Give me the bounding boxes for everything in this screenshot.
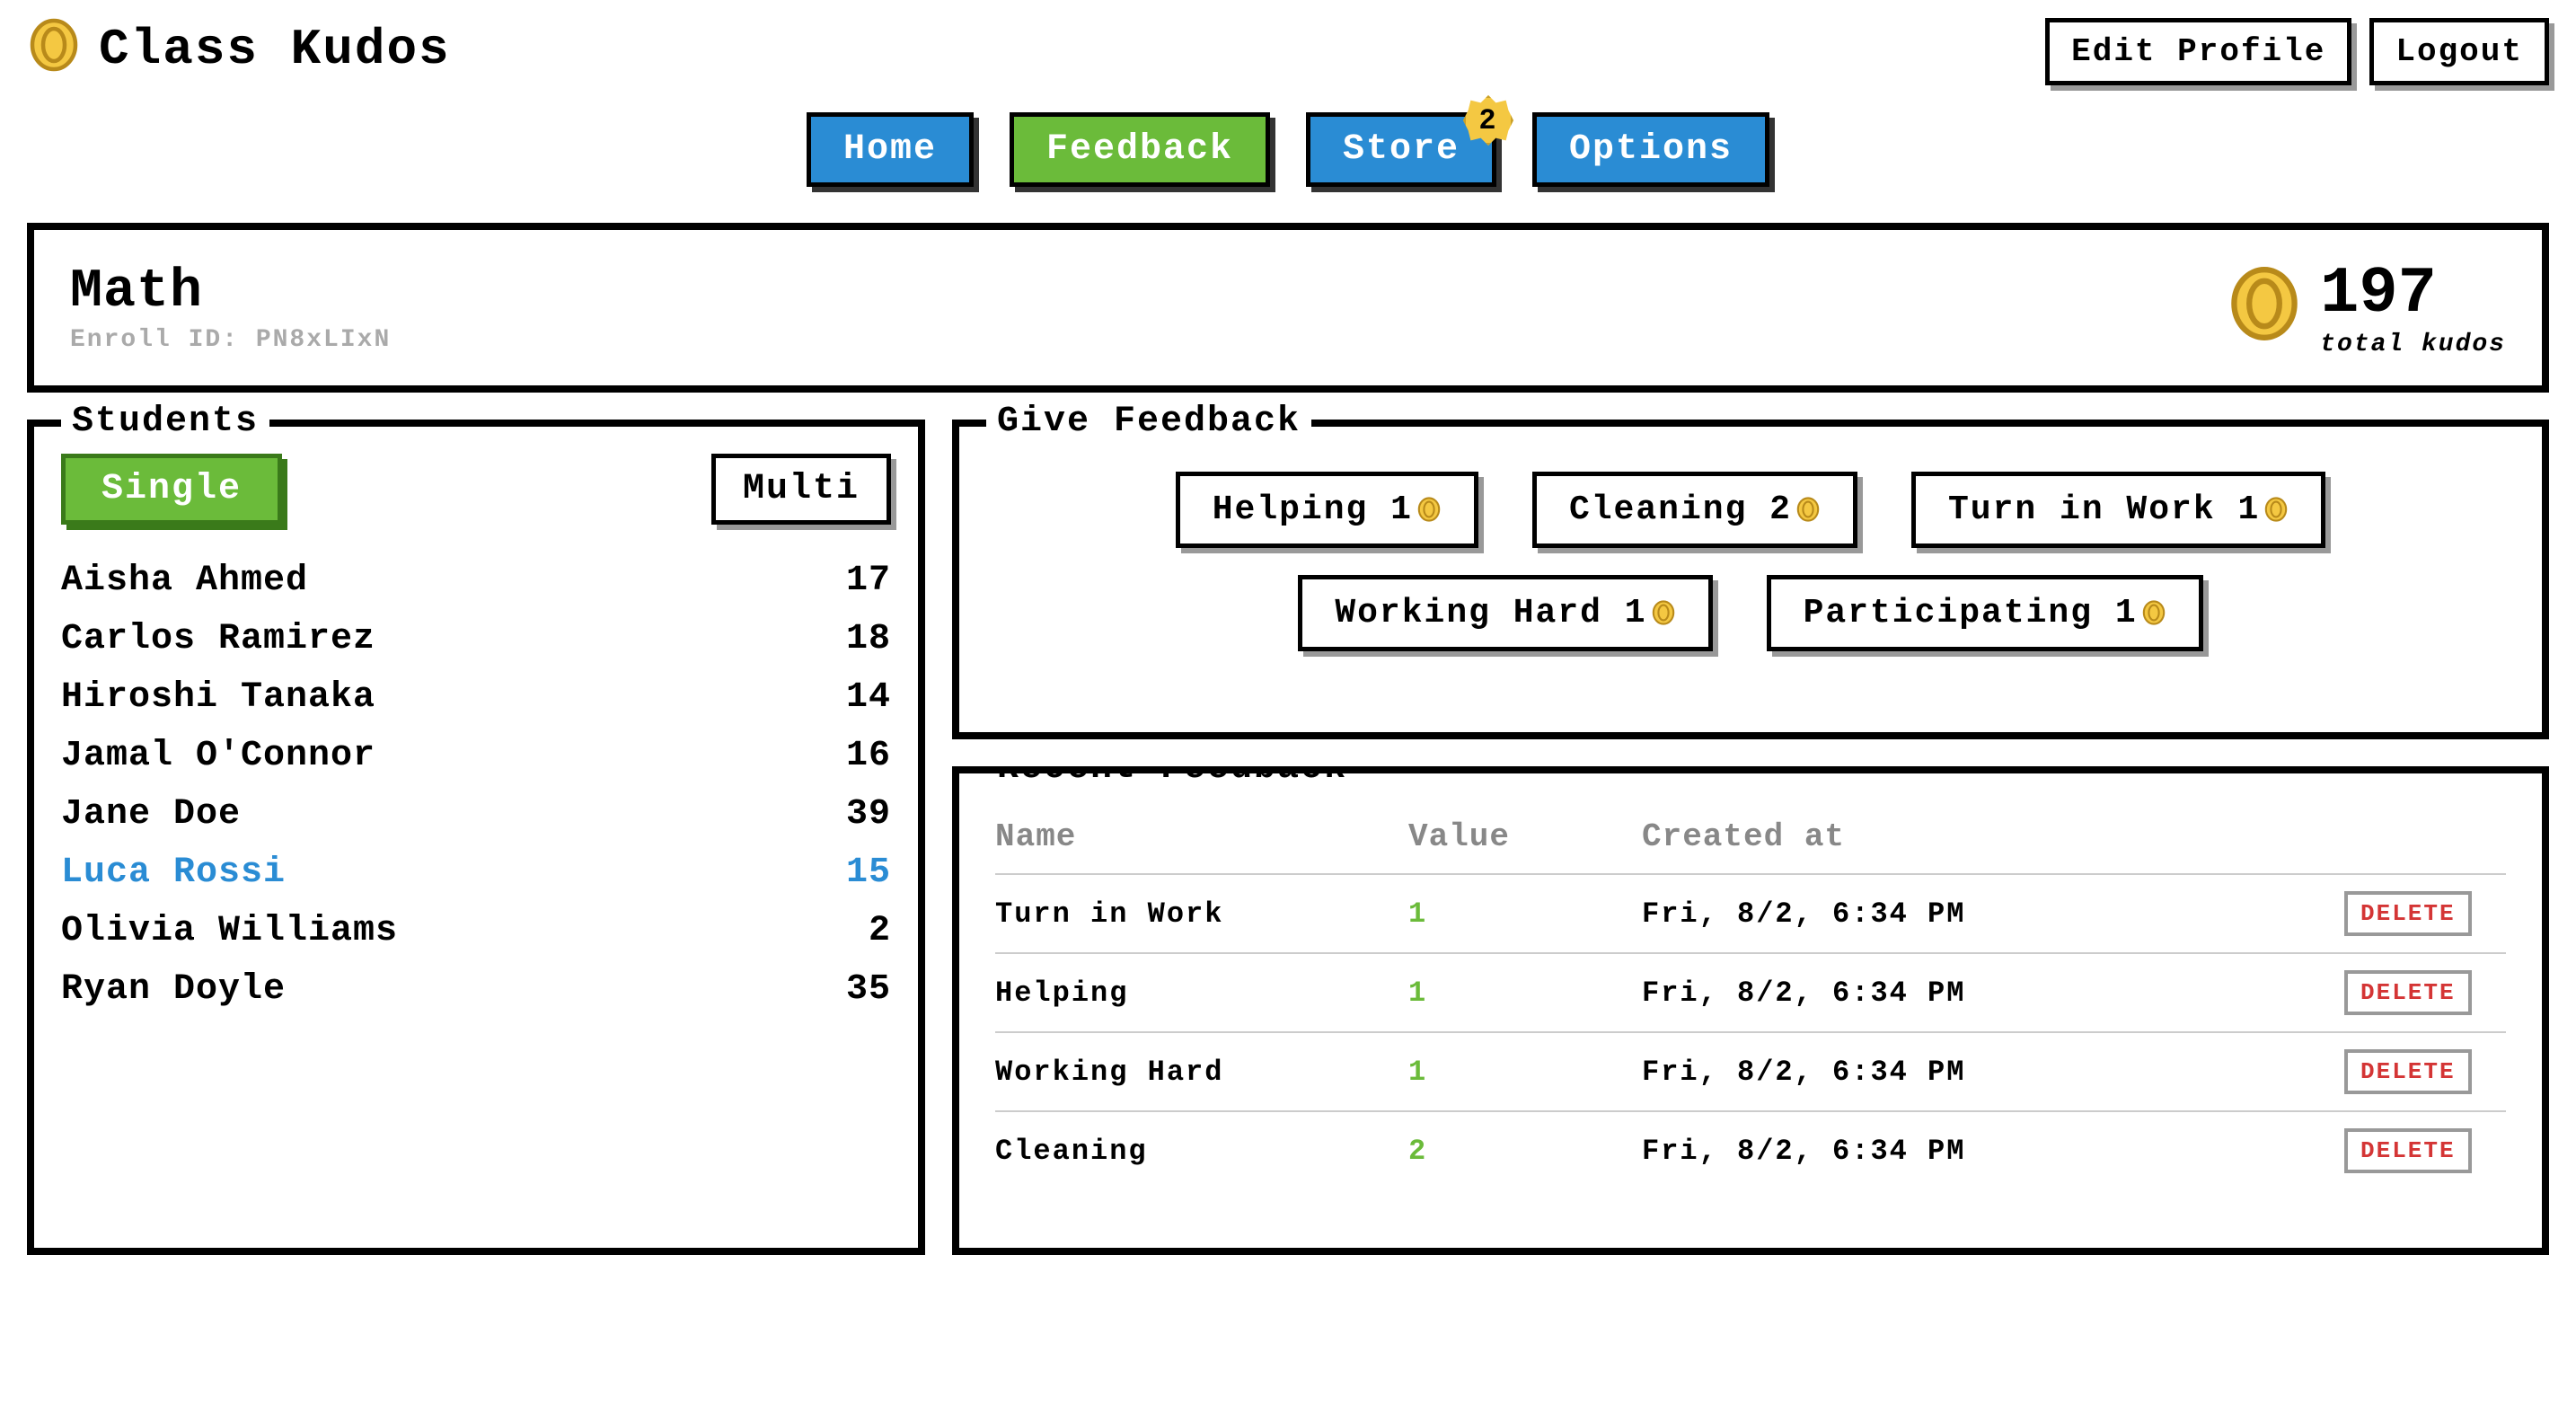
col-header-name: Name [995, 818, 1408, 855]
student-score: 18 [846, 619, 891, 659]
feedback-option-button[interactable]: Cleaning 2 [1532, 472, 1857, 548]
feedback-row: Cleaning2Fri, 8/2, 6:34 PMDELETE [995, 1110, 2506, 1189]
nav-store[interactable]: Store 2 [1306, 112, 1496, 187]
feedback-row: Turn in Work1Fri, 8/2, 6:34 PMDELETE [995, 873, 2506, 952]
logout-button[interactable]: Logout [2369, 18, 2549, 85]
give-feedback-legend: Give Feedback [986, 402, 1311, 442]
col-header-created: Created at [1642, 818, 2344, 855]
student-row[interactable]: Carlos Ramirez 18 [61, 610, 891, 668]
feedback-label: Cleaning 2 [1569, 490, 1792, 529]
student-score: 39 [846, 794, 891, 835]
delete-button[interactable]: DELETE [2344, 970, 2472, 1015]
nav-feedback[interactable]: Feedback [1010, 112, 1270, 187]
student-row[interactable]: Ryan Doyle 35 [61, 960, 891, 1019]
coin-icon [2141, 594, 2166, 632]
student-name: Jamal O'Connor [61, 736, 375, 776]
feedback-value: 1 [1408, 976, 1642, 1010]
feedback-name: Turn in Work [995, 897, 1408, 931]
student-name: Ryan Doyle [61, 969, 286, 1010]
student-row[interactable]: Jamal O'Connor 16 [61, 727, 891, 785]
feedback-date: Fri, 8/2, 6:34 PM [1642, 1135, 2344, 1168]
feedback-label: Participating 1 [1804, 594, 2138, 632]
feedback-name: Working Hard [995, 1056, 1408, 1089]
class-name: Math [70, 261, 391, 323]
feedback-value: 2 [1408, 1135, 1642, 1168]
student-row[interactable]: Jane Doe 39 [61, 785, 891, 844]
student-name: Aisha Ahmed [61, 561, 308, 601]
student-score: 17 [846, 561, 891, 601]
enroll-id: Enroll ID: PN8xLIxN [70, 326, 391, 354]
feedback-date: Fri, 8/2, 6:34 PM [1642, 897, 2344, 931]
feedback-option-button[interactable]: Working Hard 1 [1298, 575, 1712, 651]
student-name: Carlos Ramirez [61, 619, 375, 659]
feedback-label: Turn in Work 1 [1948, 490, 2260, 529]
feedback-label: Helping 1 [1213, 490, 1413, 529]
feedback-date: Fri, 8/2, 6:34 PM [1642, 976, 2344, 1010]
coin-icon [2263, 490, 2289, 529]
student-row[interactable]: Luca Rossi 15 [61, 844, 891, 902]
edit-profile-button[interactable]: Edit Profile [2045, 18, 2351, 85]
student-score: 2 [869, 911, 891, 951]
delete-button[interactable]: DELETE [2344, 1128, 2472, 1173]
recent-feedback-legend: Recent Feedback [986, 766, 1358, 789]
student-score: 35 [846, 969, 891, 1010]
student-name: Olivia Williams [61, 911, 398, 951]
coin-icon [1795, 490, 1821, 529]
feedback-value: 1 [1408, 1056, 1642, 1089]
student-name: Jane Doe [61, 794, 241, 835]
student-score: 15 [846, 853, 891, 893]
students-legend: Students [61, 402, 269, 442]
coin-icon [1651, 594, 1676, 632]
feedback-name: Helping [995, 976, 1408, 1010]
single-mode-button[interactable]: Single [61, 454, 282, 525]
give-feedback-panel: Give Feedback Helping 1Cleaning 2Turn in… [952, 420, 2549, 739]
feedback-row: Helping1Fri, 8/2, 6:34 PMDELETE [995, 952, 2506, 1031]
total-kudos-label: total kudos [2320, 331, 2506, 358]
delete-button[interactable]: DELETE [2344, 1049, 2472, 1094]
feedback-date: Fri, 8/2, 6:34 PM [1642, 1056, 2344, 1089]
feedback-name: Cleaning [995, 1135, 1408, 1168]
nav-options[interactable]: Options [1532, 112, 1769, 187]
class-panel: Math Enroll ID: PN8xLIxN 197 total kudos [27, 223, 2549, 393]
student-row[interactable]: Aisha Ahmed 17 [61, 552, 891, 610]
store-badge: 2 [1463, 95, 1513, 146]
nav-store-label: Store [1343, 129, 1460, 170]
student-row[interactable]: Hiroshi Tanaka 14 [61, 668, 891, 727]
app-title: Class Kudos [99, 21, 451, 78]
nav-home[interactable]: Home [807, 112, 974, 187]
coin-icon [1416, 490, 1442, 529]
feedback-option-button[interactable]: Participating 1 [1767, 575, 2203, 651]
student-score: 14 [846, 677, 891, 718]
total-kudos: 197 [2320, 257, 2506, 331]
multi-mode-button[interactable]: Multi [711, 454, 891, 525]
recent-feedback-panel: Recent Feedback Name Value Created at Tu… [952, 766, 2549, 1255]
feedback-option-button[interactable]: Turn in Work 1 [1911, 472, 2325, 548]
student-score: 16 [846, 736, 891, 776]
coin-icon [27, 18, 81, 81]
student-name: Luca Rossi [61, 853, 286, 893]
student-row[interactable]: Olivia Williams 2 [61, 902, 891, 960]
student-name: Hiroshi Tanaka [61, 677, 375, 718]
feedback-row: Working Hard1Fri, 8/2, 6:34 PMDELETE [995, 1031, 2506, 1110]
feedback-label: Working Hard 1 [1335, 594, 1646, 632]
delete-button[interactable]: DELETE [2344, 891, 2472, 936]
students-panel: Students Single Multi Aisha Ahmed17Carlo… [27, 420, 925, 1255]
coin-icon [2227, 266, 2302, 350]
col-header-value: Value [1408, 818, 1642, 855]
feedback-option-button[interactable]: Helping 1 [1176, 472, 1478, 548]
feedback-value: 1 [1408, 897, 1642, 931]
